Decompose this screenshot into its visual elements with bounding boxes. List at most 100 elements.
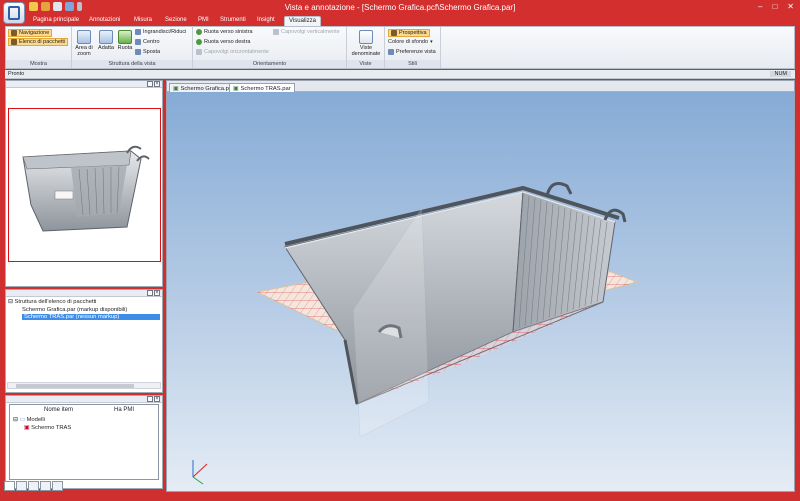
flip-vertical-icon <box>273 29 279 35</box>
fit-icon <box>99 30 113 44</box>
elenco-pacchetti-toggle[interactable]: Elenco di pacchetti <box>8 38 69 46</box>
pan-icon <box>135 49 141 55</box>
tree-item[interactable]: Schermo Grafica.par (markup disponibili) <box>22 307 127 313</box>
tab-pmi[interactable]: PMI <box>194 16 213 26</box>
ruota-sinistra-button[interactable]: Ruota verso sinistra <box>196 29 253 35</box>
models-panel: × Nome item Ha PMI ⊟ ▭ Modelli ▣ Schermo… <box>5 395 163 489</box>
column-header-nome-item[interactable]: Nome item <box>44 407 73 413</box>
group-label-stili: Stili <box>385 60 440 68</box>
collapse-icon: ⊟ <box>8 299 13 305</box>
capovolgi-verticalmente-button[interactable]: Capovolgi verticalmente <box>273 29 340 35</box>
navigation-thumbnail[interactable] <box>8 108 161 262</box>
part-icon: ▣ <box>24 425 30 431</box>
folder-icon: ▭ <box>19 417 25 423</box>
axes-triad <box>192 460 208 485</box>
rotate-right-icon <box>196 39 202 45</box>
close-button[interactable]: ✕ <box>787 2 794 11</box>
colore-sfondo-dropdown[interactable]: Colore di sfondo ▾ <box>388 39 433 45</box>
package-tree-panel: × ⊟ Struttura dell'elenco di pacchetti S… <box>5 289 163 393</box>
rotate-icon <box>118 30 132 44</box>
title-bar: Vista e annotazione - [Schermo Grafica.p… <box>0 0 800 14</box>
navigation-icon <box>11 30 17 36</box>
ruota-destra-button[interactable]: Ruota verso destra <box>196 39 250 45</box>
horizontal-scrollbar[interactable] <box>7 382 161 389</box>
status-bar: Pronto NUM <box>5 70 795 79</box>
ribbon-tabs: Pagina principale Annotazioni Misura Sez… <box>0 14 800 26</box>
3d-viewport[interactable] <box>167 92 794 491</box>
ruota-button[interactable]: Ruota <box>117 30 133 51</box>
tab-strumenti[interactable]: Strumenti <box>216 16 250 26</box>
markup-tab-icon[interactable] <box>16 481 27 491</box>
basket-3d-model <box>192 182 639 485</box>
num-lock-indicator: NUM <box>770 71 791 77</box>
application-menu-button[interactable] <box>3 2 25 24</box>
pmi-tab-icon[interactable] <box>40 481 51 491</box>
part-file-icon: ▣ <box>173 85 179 92</box>
area-zoom-button[interactable]: Area di zoom <box>74 30 94 57</box>
named-views-icon <box>359 30 373 44</box>
capovolgi-orizzontalmente-button[interactable]: Capovolgi orizzontalmente <box>196 49 269 55</box>
tab-pagina-principale[interactable]: Pagina principale <box>29 16 83 26</box>
panel-close-icon[interactable]: × <box>154 290 160 296</box>
ingrandisci-riduci-button[interactable]: Ingrandisci/Riduci <box>135 29 186 35</box>
group-label-viste: Viste <box>347 60 384 68</box>
sposta-button[interactable]: Sposta <box>135 49 160 55</box>
group-stili: Prospettiva Colore di sfondo ▾ Preferenz… <box>385 27 441 68</box>
panel-switcher-tabs <box>4 481 63 491</box>
properties-tab-icon[interactable] <box>52 481 63 491</box>
tree-item-selected[interactable]: Schermo TRAS.par (nessun markup) <box>22 314 160 320</box>
part-file-icon: ▣ <box>233 85 239 92</box>
list-item[interactable]: ⊟ ▭ Modelli <box>13 417 45 423</box>
panel-header: × <box>6 396 162 403</box>
navigation-preview-panel: × <box>5 80 163 287</box>
centro-button[interactable]: Centro <box>135 39 160 45</box>
pin-icon[interactable] <box>147 290 153 296</box>
tree-root[interactable]: ⊟ Struttura dell'elenco di pacchetti <box>8 299 96 305</box>
prospettiva-toggle[interactable]: Prospettiva <box>388 29 430 37</box>
models-list: Nome item Ha PMI ⊟ ▭ Modelli ▣ Schermo T… <box>9 404 159 480</box>
doc-tab-schermo-grafica[interactable]: ▣ Schermo Grafica.par <box>169 83 238 92</box>
group-orientamento: Ruota verso sinistra Ruota verso destra … <box>193 27 347 68</box>
sheets-tab-icon[interactable] <box>28 481 39 491</box>
window-controls: – □ ✕ <box>758 2 794 11</box>
document-area: ▣ Schermo Grafica.par ▣ Schermo TRAS.par <box>166 80 795 492</box>
view-preferences-icon <box>388 49 394 55</box>
group-label-orientamento: Orientamento <box>193 60 346 68</box>
app-logo-icon <box>8 6 20 20</box>
zoom-area-icon <box>77 30 91 44</box>
rotate-left-icon <box>196 29 202 35</box>
column-header-ha-pmi[interactable]: Ha PMI <box>114 407 134 413</box>
tab-misura[interactable]: Misura <box>130 16 156 26</box>
status-text: Pronto <box>8 71 25 77</box>
preferenze-vista-button[interactable]: Preferenze vista <box>388 49 436 55</box>
panel-close-icon[interactable]: × <box>154 396 160 402</box>
group-struttura-vista: Area di zoom Adatta Ruota Ingrandisci/Ri… <box>72 27 193 68</box>
minimize-button[interactable]: – <box>758 2 762 11</box>
viste-denominate-button[interactable]: Viste denominate <box>349 30 383 57</box>
tab-visualizza[interactable]: Visualizza <box>284 16 321 26</box>
window-title: Vista e annotazione - [Schermo Grafica.p… <box>284 3 516 12</box>
tab-annotazioni[interactable]: Annotazioni <box>85 16 124 26</box>
package-list-icon <box>11 39 17 45</box>
navigazione-toggle[interactable]: Navigazione <box>8 29 53 37</box>
perspective-icon <box>391 30 397 36</box>
application-window: Vista e annotazione - [Schermo Grafica.p… <box>0 0 800 501</box>
group-mostra: Navigazione Elenco di pacchetti Mostra <box>6 27 72 68</box>
pin-icon[interactable] <box>147 396 153 402</box>
zoom-icon <box>135 29 141 35</box>
pin-icon[interactable] <box>147 81 153 87</box>
adatta-button[interactable]: Adatta <box>97 30 115 51</box>
scrollbar-thumb[interactable] <box>16 384 134 388</box>
navigation-tab-icon[interactable] <box>4 481 15 491</box>
list-item[interactable]: ▣ Schermo TRAS <box>24 425 71 431</box>
panel-header: × <box>6 81 162 88</box>
chevron-down-icon: ▾ <box>430 39 433 45</box>
doc-tab-schermo-tras[interactable]: ▣ Schermo TRAS.par <box>229 83 295 92</box>
document-tabs: ▣ Schermo Grafica.par ▣ Schermo TRAS.par <box>167 81 794 92</box>
maximize-button[interactable]: □ <box>772 2 777 11</box>
group-label-struttura: Struttura della vista <box>72 60 192 68</box>
tab-sezione[interactable]: Sezione <box>161 16 191 26</box>
tab-insight[interactable]: Insight <box>253 16 279 26</box>
group-label-mostra: Mostra <box>6 60 71 68</box>
panel-close-icon[interactable]: × <box>154 81 160 87</box>
